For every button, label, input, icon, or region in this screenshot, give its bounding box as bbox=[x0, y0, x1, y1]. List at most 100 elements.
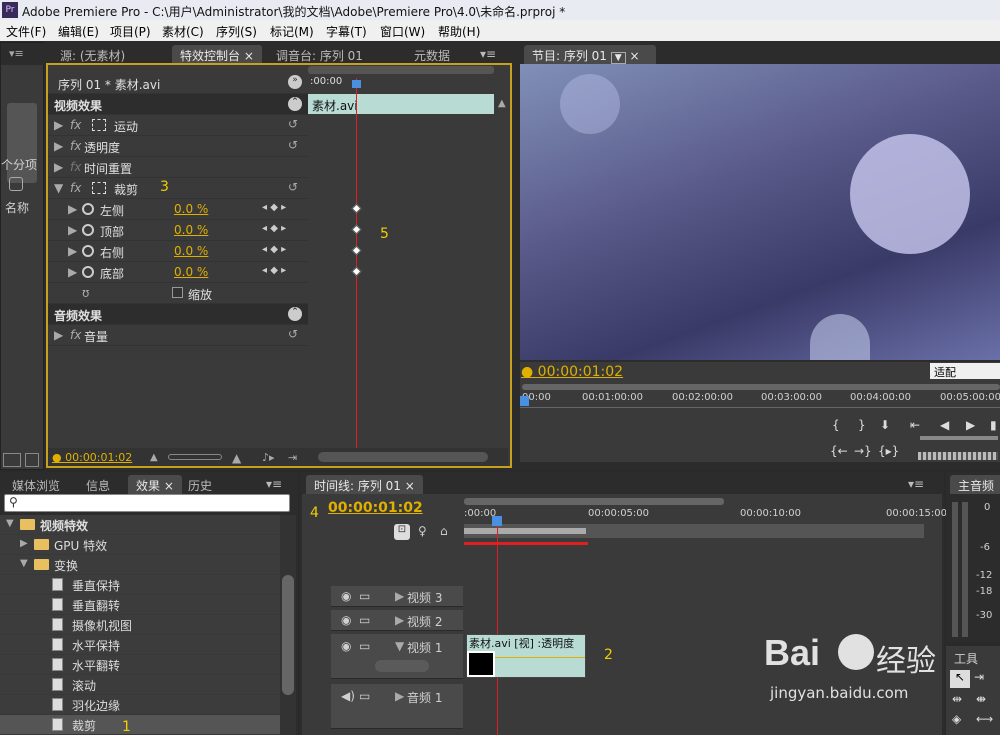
effects-tree-item[interactable]: 羽化边缘 bbox=[0, 695, 296, 715]
track-video-2[interactable]: ◉ ▭ ▶ 视频 2 bbox=[331, 610, 463, 631]
effects-scrollbar[interactable] bbox=[280, 515, 296, 735]
panel-menu-icon[interactable]: ▾≡ bbox=[472, 45, 504, 64]
go-to-out-point-icon[interactable]: →} bbox=[854, 444, 872, 458]
reset-icon[interactable]: ↺ bbox=[288, 138, 298, 152]
scroll-thumb[interactable] bbox=[282, 575, 294, 695]
menu-file[interactable]: 文件(F) bbox=[6, 23, 46, 40]
tab-source[interactable]: 源: (无素材) bbox=[52, 45, 133, 64]
speaker-icon[interactable]: ◀) bbox=[341, 689, 355, 703]
menu-help[interactable]: 帮助(H) bbox=[438, 23, 480, 40]
tab-media-browser[interactable]: 媒体浏览 bbox=[4, 475, 68, 494]
fx-icon[interactable]: fx bbox=[70, 181, 81, 195]
timeline-zoom-bar[interactable] bbox=[464, 498, 724, 505]
ec-playhead-head[interactable] bbox=[352, 80, 361, 88]
mark-in-icon[interactable]: { bbox=[832, 418, 840, 432]
collapse-icon[interactable]: ⌃ bbox=[288, 97, 302, 111]
work-area[interactable] bbox=[464, 528, 586, 534]
close-icon[interactable]: × bbox=[630, 49, 640, 63]
stopwatch-icon[interactable] bbox=[82, 266, 94, 278]
list-view-icon[interactable] bbox=[3, 453, 21, 467]
timeline-playhead[interactable] bbox=[497, 516, 498, 735]
effects-tree-item[interactable]: 裁剪 bbox=[0, 715, 296, 735]
menu-edit[interactable]: 编辑(E) bbox=[58, 23, 99, 40]
lock-icon[interactable]: ▭ bbox=[359, 613, 370, 627]
tab-effect-controls[interactable]: 特效控制台 × bbox=[172, 45, 262, 64]
zoom-out-icon[interactable]: ▲ bbox=[150, 452, 158, 463]
param-value[interactable]: 0.0 % bbox=[174, 202, 208, 216]
expand-arrow-icon[interactable]: ▶ bbox=[68, 202, 77, 216]
play-icon[interactable]: ▶ bbox=[966, 418, 975, 432]
track-video-1[interactable]: ◉ ▭ ▼ 视频 1 bbox=[331, 634, 463, 679]
crop-param-row[interactable]: ▶ 右侧 0.0 % ◂ ◆ ▸ bbox=[48, 241, 308, 262]
close-icon[interactable]: × bbox=[244, 49, 254, 63]
effects-tree-item[interactable]: ▶ GPU 特效 bbox=[0, 535, 296, 555]
scroll-up-icon[interactable]: ▲ bbox=[498, 98, 506, 109]
ec-clip-bar[interactable]: 素材.avi bbox=[308, 94, 494, 114]
transform-icon[interactable] bbox=[92, 119, 106, 131]
program-zoom-bar[interactable] bbox=[522, 384, 1000, 390]
reset-icon[interactable]: ↺ bbox=[288, 327, 298, 341]
param-value[interactable]: 0.0 % bbox=[174, 223, 208, 237]
effects-tree-item[interactable]: 垂直翻转 bbox=[0, 595, 296, 615]
effect-row-opacity[interactable]: ▶ fx 透明度 ↺ bbox=[48, 136, 308, 157]
effects-tree-item[interactable]: ▼ 视频特效 bbox=[0, 515, 296, 535]
effects-search-input[interactable]: ⚲ bbox=[4, 494, 290, 512]
jog-dial[interactable] bbox=[918, 452, 998, 460]
track-select-tool-icon[interactable]: ⇥ bbox=[974, 670, 984, 684]
track-video-3[interactable]: ◉ ▭ ▶ 视频 3 bbox=[331, 586, 463, 607]
search-icon[interactable] bbox=[9, 177, 23, 191]
eye-icon[interactable]: ◉ bbox=[341, 639, 351, 653]
expand-arrow-icon[interactable]: ▶ bbox=[395, 589, 404, 603]
keyframe-nav-icon[interactable]: ◂ ◆ ▸ bbox=[262, 265, 286, 276]
param-value[interactable]: 0.0 % bbox=[174, 244, 208, 258]
fx-icon[interactable]: fx bbox=[70, 139, 81, 153]
expand-arrow-icon[interactable]: ▶ bbox=[395, 613, 404, 627]
keyframe-nav-icon[interactable]: ◂ ◆ ▸ bbox=[262, 223, 286, 234]
fx-icon[interactable]: fx bbox=[70, 118, 81, 132]
effects-tree-item[interactable]: ▼ 变换 bbox=[0, 555, 296, 575]
opacity-line[interactable] bbox=[495, 657, 585, 658]
step-back-icon[interactable]: ◀ bbox=[940, 418, 949, 432]
expand-arrow-icon[interactable]: ▶ bbox=[20, 538, 28, 549]
tab-info[interactable]: 信息 bbox=[78, 475, 118, 494]
razor-tool-icon[interactable]: ◈ bbox=[952, 712, 961, 726]
shuttle-slider[interactable] bbox=[920, 436, 998, 440]
program-ruler[interactable]: 00:00 00:01:00:00 00:02:00:00 00:03:00:0… bbox=[520, 392, 1000, 408]
param-value[interactable]: 0.0 % bbox=[174, 265, 208, 279]
expand-arrow-icon[interactable]: ▶ bbox=[68, 223, 77, 237]
keyframe-nav-icon[interactable]: ◂ ◆ ▸ bbox=[262, 202, 286, 213]
effect-row-motion[interactable]: ▶ fx 运动 ↺ bbox=[48, 115, 308, 136]
rolling-edit-tool-icon[interactable]: ⇼ bbox=[976, 692, 986, 706]
work-area-bar[interactable] bbox=[464, 524, 924, 538]
panel-menu-icon[interactable]: ▾≡ bbox=[900, 475, 932, 494]
play-in-out-icon[interactable]: {▸} bbox=[878, 444, 899, 458]
timeline-timecode[interactable]: 00:00:01:02 bbox=[328, 500, 423, 516]
eye-icon[interactable]: ◉ bbox=[341, 613, 351, 627]
ec-scrollbar[interactable] bbox=[318, 452, 488, 462]
lock-icon[interactable]: ▭ bbox=[359, 589, 370, 603]
menu-title[interactable]: 字幕(T) bbox=[326, 23, 367, 40]
tab-timeline[interactable]: 时间线: 序列 01 × bbox=[306, 475, 423, 494]
panel-menu-icon[interactable]: ▾≡ bbox=[258, 475, 290, 494]
expand-arrow-icon[interactable]: ▶ bbox=[395, 689, 404, 703]
effect-row-volume[interactable]: ▶ fx 音量 ↺ bbox=[48, 325, 308, 346]
keyframe-nav-icon[interactable]: ◂ ◆ ▸ bbox=[262, 244, 286, 255]
zoom-in-icon[interactable]: ▲ bbox=[232, 451, 241, 465]
collapse-arrow-icon[interactable]: ▼ bbox=[54, 181, 63, 195]
transform-icon[interactable] bbox=[92, 182, 106, 194]
effect-row-crop[interactable]: ▼ fx 裁剪 ↺ bbox=[48, 178, 308, 199]
effects-tree-item[interactable]: 水平保持 bbox=[0, 635, 296, 655]
ec-zoom-slider[interactable] bbox=[168, 454, 222, 460]
slip-tool-icon[interactable]: ⟷ bbox=[976, 712, 993, 726]
eye-icon[interactable]: ◉ bbox=[341, 589, 351, 603]
marker-icon[interactable]: ⬇ bbox=[880, 418, 890, 432]
stopwatch-icon[interactable] bbox=[82, 224, 94, 236]
lock-icon[interactable]: ▭ bbox=[359, 689, 370, 703]
ec-timecode[interactable]: ● 00:00:01:02 bbox=[52, 451, 132, 464]
program-timecode[interactable]: ● 00:00:01:02 bbox=[521, 364, 623, 380]
fit-dropdown[interactable]: 适配 bbox=[930, 363, 1000, 379]
expand-arrow-icon[interactable]: ▶ bbox=[54, 328, 63, 342]
snap-icon[interactable]: ⊡ bbox=[394, 524, 410, 540]
effects-tree-item[interactable]: 摄像机视图 bbox=[0, 615, 296, 635]
track-audio-1[interactable]: ◀) ▭ ▶ 音频 1 bbox=[331, 684, 463, 729]
